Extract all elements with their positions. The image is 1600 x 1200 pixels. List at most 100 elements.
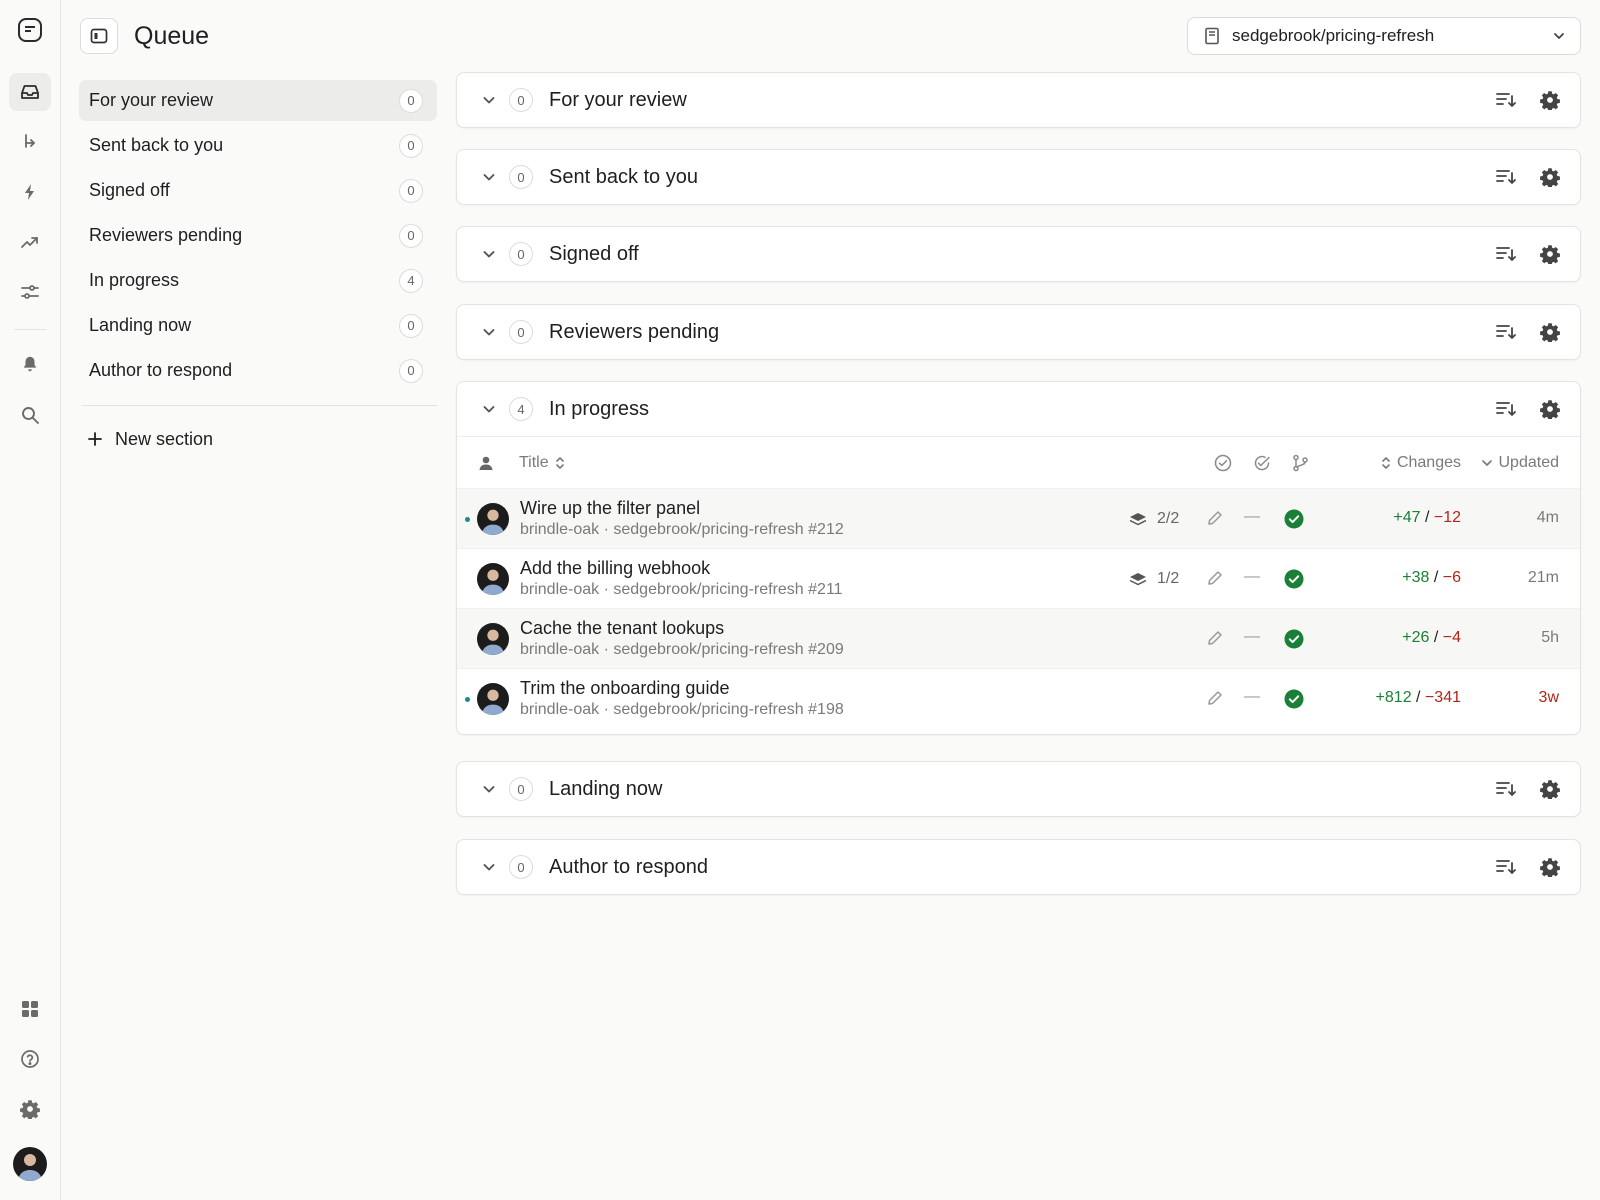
approved-column-icon[interactable]: [1214, 454, 1232, 472]
row-title[interactable]: Trim the onboarding guide: [520, 678, 729, 699]
sort-icon[interactable]: [1496, 401, 1516, 417]
diff-stats: +812 / −341: [1375, 689, 1461, 706]
review-status: —: [1244, 628, 1260, 645]
changes-column-header[interactable]: Changes: [1381, 454, 1461, 472]
chevron-down-icon[interactable]: [481, 401, 497, 417]
stack-count: 2/2: [1157, 510, 1180, 527]
nav-item-label: Sent back to you: [89, 135, 224, 155]
title-column-label: Title: [519, 453, 549, 471]
nav-item-label: For your review: [89, 90, 214, 110]
checks-passed-icon[interactable]: [1284, 509, 1304, 529]
chevron-down-icon[interactable]: [481, 92, 497, 108]
branch-arrow-icon[interactable]: [9, 123, 51, 161]
section-header[interactable]: 0 Landing now: [457, 762, 1580, 816]
section-header[interactable]: 0 Signed off: [457, 227, 1580, 281]
table-row[interactable]: Wire up the filter panel brindle-oak · s…: [457, 488, 1580, 548]
search-icon[interactable]: [9, 396, 51, 434]
section-title: Sent back to you: [549, 165, 698, 188]
changes-column-label: Changes: [1396, 453, 1461, 471]
checks-column-icon[interactable]: [1292, 454, 1310, 472]
sort-icon[interactable]: [1496, 781, 1516, 797]
nav-item-count: 0: [399, 223, 423, 248]
chevron-down-icon[interactable]: [481, 781, 497, 797]
section-settings-gear-icon[interactable]: [1540, 244, 1560, 264]
section-header[interactable]: 0 Author to respond: [457, 840, 1580, 894]
diff-stats: +38 / −6: [1402, 569, 1461, 586]
nav-item-in-progress[interactable]: In progress 4: [79, 260, 437, 301]
sort-icon[interactable]: [1496, 246, 1516, 262]
nav-item-signed-off[interactable]: Signed off 0: [79, 170, 437, 211]
nav-item-landing-now[interactable]: Landing now 0: [79, 305, 437, 346]
section-settings-gear-icon[interactable]: [1540, 779, 1560, 799]
sort-icon[interactable]: [1496, 92, 1516, 108]
pencil-icon: [1207, 570, 1223, 586]
trend-icon[interactable]: [9, 223, 51, 261]
nav-item-author-to-respond[interactable]: Author to respond 0: [79, 350, 437, 391]
row-title[interactable]: Wire up the filter panel: [520, 498, 700, 519]
title-column-header[interactable]: Title: [519, 454, 565, 472]
table-row[interactable]: Add the billing webhook brindle-oak · se…: [457, 548, 1580, 608]
nav-item-sent-back[interactable]: Sent back to you 0: [79, 125, 437, 166]
chevron-down-icon[interactable]: [481, 859, 497, 875]
app-logo-icon[interactable]: [9, 11, 51, 49]
table-row[interactable]: Cache the tenant lookups brindle-oak · s…: [457, 608, 1580, 668]
section-title: In progress: [549, 397, 650, 420]
chevron-down-icon[interactable]: [481, 169, 497, 185]
section-settings-gear-icon[interactable]: [1540, 90, 1560, 110]
sort-icon[interactable]: [1496, 324, 1516, 340]
nav-item-count: 0: [399, 133, 423, 158]
bell-icon[interactable]: [9, 345, 51, 383]
row-meta: brindle-oak · sedgebrook/pricing-refresh…: [520, 641, 844, 658]
repo-selector-label: sedgebrook/pricing-refresh: [1232, 26, 1435, 45]
inbox-icon[interactable]: [9, 73, 51, 111]
nav-item-for-your-review[interactable]: For your review 0: [79, 80, 437, 121]
chevron-down-icon[interactable]: [481, 324, 497, 340]
user-avatar[interactable]: [13, 1147, 47, 1181]
nav-divider: [82, 405, 437, 406]
review-status-column-icon[interactable]: [1253, 454, 1271, 472]
updated-column-header[interactable]: Updated: [1481, 454, 1559, 472]
sort-updown-icon: [555, 456, 564, 469]
section-header[interactable]: 0 Reviewers pending: [457, 305, 1580, 359]
apps-grid-icon[interactable]: [9, 990, 51, 1028]
new-section-button[interactable]: New section: [87, 424, 213, 454]
chevron-down-icon[interactable]: [481, 246, 497, 262]
lightning-icon[interactable]: [9, 173, 51, 211]
row-title[interactable]: Cache the tenant lookups: [520, 618, 724, 639]
checks-passed-icon[interactable]: [1284, 569, 1304, 589]
sort-icon[interactable]: [1496, 169, 1516, 185]
checks-passed-icon[interactable]: [1284, 689, 1304, 709]
table-header: Title Changes Updated: [457, 436, 1580, 488]
sliders-icon[interactable]: [9, 273, 51, 311]
review-status: —: [1244, 568, 1260, 585]
section-count: 4: [509, 397, 533, 421]
section-header[interactable]: 4 In progress: [457, 382, 1580, 436]
section-title: Landing now: [549, 777, 663, 800]
section-header[interactable]: 0 For your review: [457, 73, 1580, 127]
updated-time: 21m: [1527, 569, 1559, 586]
sort-icon[interactable]: [1496, 859, 1516, 875]
sidebar-toggle-button[interactable]: [80, 18, 118, 54]
row-title[interactable]: Add the billing webhook: [520, 558, 710, 579]
author-column-icon[interactable]: [478, 455, 494, 471]
table-row[interactable]: Trim the onboarding guide brindle-oak · …: [457, 668, 1580, 734]
diff-stats: +47 / −12: [1393, 509, 1461, 526]
section-settings-gear-icon[interactable]: [1540, 167, 1560, 187]
section-header[interactable]: 0 Sent back to you: [457, 150, 1580, 204]
section-settings-gear-icon[interactable]: [1540, 322, 1560, 342]
app-rail: [0, 0, 61, 1200]
section-settings-gear-icon[interactable]: [1540, 399, 1560, 419]
settings-gear-icon[interactable]: [9, 1090, 51, 1128]
section-title: Reviewers pending: [549, 320, 720, 343]
help-icon[interactable]: [9, 1040, 51, 1078]
repo-selector[interactable]: sedgebrook/pricing-refresh: [1187, 17, 1581, 55]
section-settings-gear-icon[interactable]: [1540, 857, 1560, 877]
section-count: 0: [509, 88, 533, 112]
review-status: —: [1244, 688, 1260, 705]
lines-removed: −6: [1442, 569, 1461, 586]
nav-item-reviewers-pending[interactable]: Reviewers pending 0: [79, 215, 437, 256]
checks-passed-icon[interactable]: [1284, 629, 1304, 649]
review-status: —: [1244, 508, 1260, 525]
row-meta: brindle-oak · sedgebrook/pricing-refresh…: [520, 521, 844, 538]
author-avatar: [477, 503, 509, 535]
